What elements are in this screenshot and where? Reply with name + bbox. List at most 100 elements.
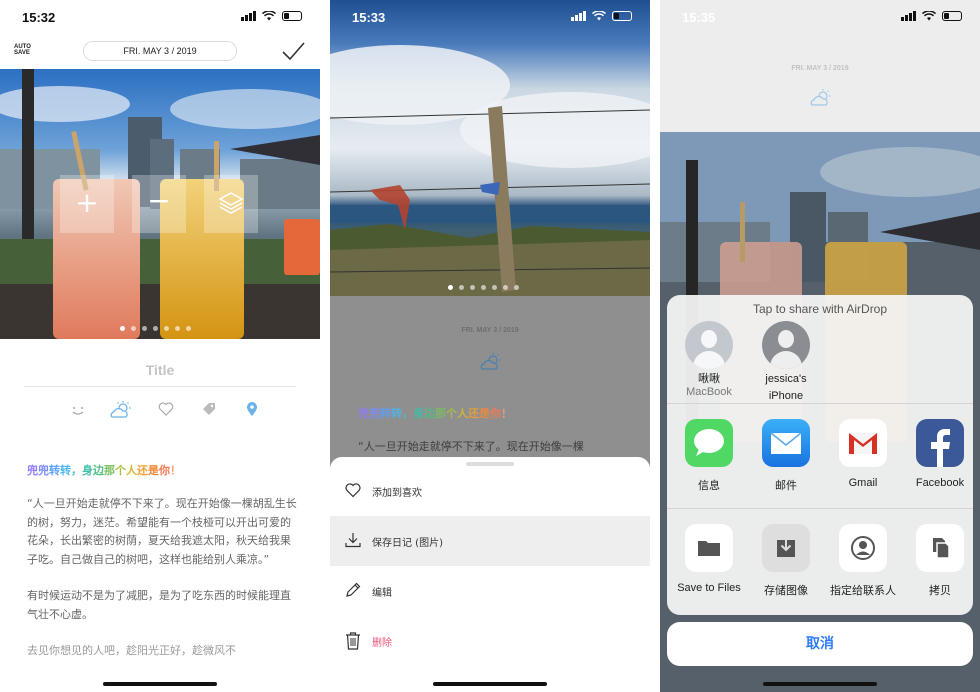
page-dot <box>153 326 158 331</box>
title-field[interactable]: Title <box>0 362 320 378</box>
diary-body-preview: “人一旦开始走就停不下来了。现在开始像一棵 <box>358 440 584 453</box>
rainbow-char: 兜 <box>27 464 38 477</box>
weather-partly-cloudy-icon <box>810 89 831 106</box>
action-label: 存储图像 <box>764 585 808 597</box>
rainbow-char: 兜 <box>38 464 49 477</box>
divider <box>24 386 296 387</box>
fence-photo <box>330 0 650 296</box>
action-sheet: 添加到喜欢 保存日记 (图片) 编辑 删除 <box>330 457 650 692</box>
heart-icon[interactable] <box>157 400 175 418</box>
battery-icon <box>942 11 962 21</box>
status-bar: 15:32 <box>0 0 320 34</box>
home-indicator <box>763 682 877 686</box>
save-to-files-button[interactable]: Save to Files <box>669 524 749 594</box>
rainbow-char: 还 <box>137 464 148 477</box>
mood-smile-icon[interactable] <box>68 400 88 420</box>
photo-carousel[interactable]: + − <box>0 69 320 339</box>
cancel-button[interactable]: 取消 <box>667 622 973 666</box>
rainbow-char: ！ <box>501 407 512 420</box>
share-app-gmail[interactable]: Gmail <box>828 419 898 489</box>
copy-icon <box>916 524 964 572</box>
page-dot <box>481 285 486 290</box>
weather-partly-cloudy-icon <box>480 353 501 370</box>
rainbow-char: 个 <box>446 407 457 420</box>
rainbow-char: 兜 <box>358 407 369 420</box>
status-time: 15:33 <box>352 10 386 25</box>
rainbow-char: ！ <box>170 464 181 477</box>
page-dot <box>492 285 497 290</box>
airdrop-contact[interactable]: 啾啾 MacBook <box>674 321 744 399</box>
app-label: 信息 <box>698 480 720 492</box>
page-dot <box>164 326 169 331</box>
wifi-icon <box>262 11 276 21</box>
airdrop-contact[interactable]: jessica's iPhone <box>751 321 821 403</box>
entry-date: FRI. MAY 3 / 2019 <box>461 327 519 334</box>
copy-button[interactable]: 拷贝 <box>900 524 973 598</box>
add-to-favorites-button[interactable]: 添加到喜欢 <box>330 466 650 516</box>
page-dot <box>186 326 191 331</box>
rainbow-char: 那 <box>435 407 446 420</box>
entry-toolbar <box>64 400 264 420</box>
heart-icon <box>345 483 361 498</box>
avatar <box>685 321 733 369</box>
assign-to-contact-button[interactable]: 指定给联系人 <box>823 524 903 598</box>
rainbow-char: 身 <box>413 407 424 420</box>
edit-button[interactable]: 编辑 <box>330 566 650 616</box>
avatar <box>762 321 810 369</box>
folder-icon <box>685 524 733 572</box>
remove-photo-button[interactable]: − <box>132 175 186 233</box>
rainbow-char: 你 <box>159 464 170 477</box>
home-indicator <box>433 682 547 686</box>
add-photo-button[interactable]: + <box>60 175 114 233</box>
diary-actions-screen: 15:33 FRI. MAY 3 / 2019 兜兜转转，身边那个人还是你！ “… <box>330 0 650 692</box>
share-app-messages[interactable]: 信息 <box>674 419 744 493</box>
checkmark-icon[interactable] <box>280 40 306 62</box>
diary-body-text[interactable]: “人一旦开始走就停不下来了。现在开始像一棵胡乱生长的树，努力，迷茫。希望能有一个… <box>27 495 297 679</box>
rainbow-char: 是 <box>148 464 159 477</box>
rainbow-char: 转 <box>49 464 60 477</box>
weather-partly-cloudy-icon[interactable] <box>108 400 134 420</box>
share-sheet-screen: 15:35 FRI. MAY 3 / 2019 Tap to share wit… <box>660 0 980 692</box>
contact-device: MacBook <box>686 386 732 398</box>
layers-button[interactable] <box>204 175 258 233</box>
rainbow-char: 那 <box>104 464 115 477</box>
date-picker[interactable]: FRI. MAY 3 / 2019 <box>83 41 237 61</box>
action-label: Save to Files <box>677 582 741 594</box>
page-dot <box>131 326 136 331</box>
action-label: 指定给联系人 <box>830 585 896 597</box>
rainbow-char: ， <box>71 464 82 477</box>
share-app-mail[interactable]: 邮件 <box>751 419 821 493</box>
save-image-icon <box>762 524 810 572</box>
save-image-button[interactable]: 存储图像 <box>746 524 826 598</box>
autosave-toggle[interactable]: AUTO SAVE <box>14 44 31 56</box>
paragraph: 去见你想见的人吧，趁阳光正好，趁微风不 <box>27 644 236 657</box>
system-indicators <box>241 11 302 21</box>
contact-device: iPhone <box>768 390 804 402</box>
page-dot <box>514 285 519 290</box>
paragraph: 有时候运动不是为了减肥，是为了吃东西的时候能理直气壮不心虚。 <box>27 589 291 621</box>
tag-icon[interactable] <box>200 400 218 418</box>
page-dot <box>448 285 453 290</box>
location-pin-icon[interactable] <box>244 400 260 418</box>
save-diary-image-button[interactable]: 保存日记 (图片) <box>330 516 650 566</box>
photo-fence <box>330 0 650 296</box>
page-dot <box>459 285 464 290</box>
rainbow-char: 转 <box>380 407 391 420</box>
signal-icon <box>901 11 916 21</box>
share-sheet: Tap to share with AirDrop 啾啾 MacBook jes… <box>667 295 973 615</box>
layers-icon <box>218 192 244 214</box>
rainbow-char: 人 <box>126 464 137 477</box>
carousel-page-indicator <box>448 285 519 290</box>
divider <box>667 508 973 509</box>
gmail-icon <box>839 419 887 467</box>
signal-icon <box>571 11 586 21</box>
rainbow-char: 转 <box>391 407 402 420</box>
app-label: Gmail <box>848 477 878 489</box>
facebook-icon <box>916 419 964 467</box>
menu-item-label: 添加到喜欢 <box>372 488 422 499</box>
page-dot <box>175 326 180 331</box>
share-app-facebook[interactable]: Facebook <box>905 419 973 489</box>
battery-icon <box>612 11 632 21</box>
system-indicators <box>901 11 962 21</box>
delete-button[interactable]: 删除 <box>330 616 650 666</box>
